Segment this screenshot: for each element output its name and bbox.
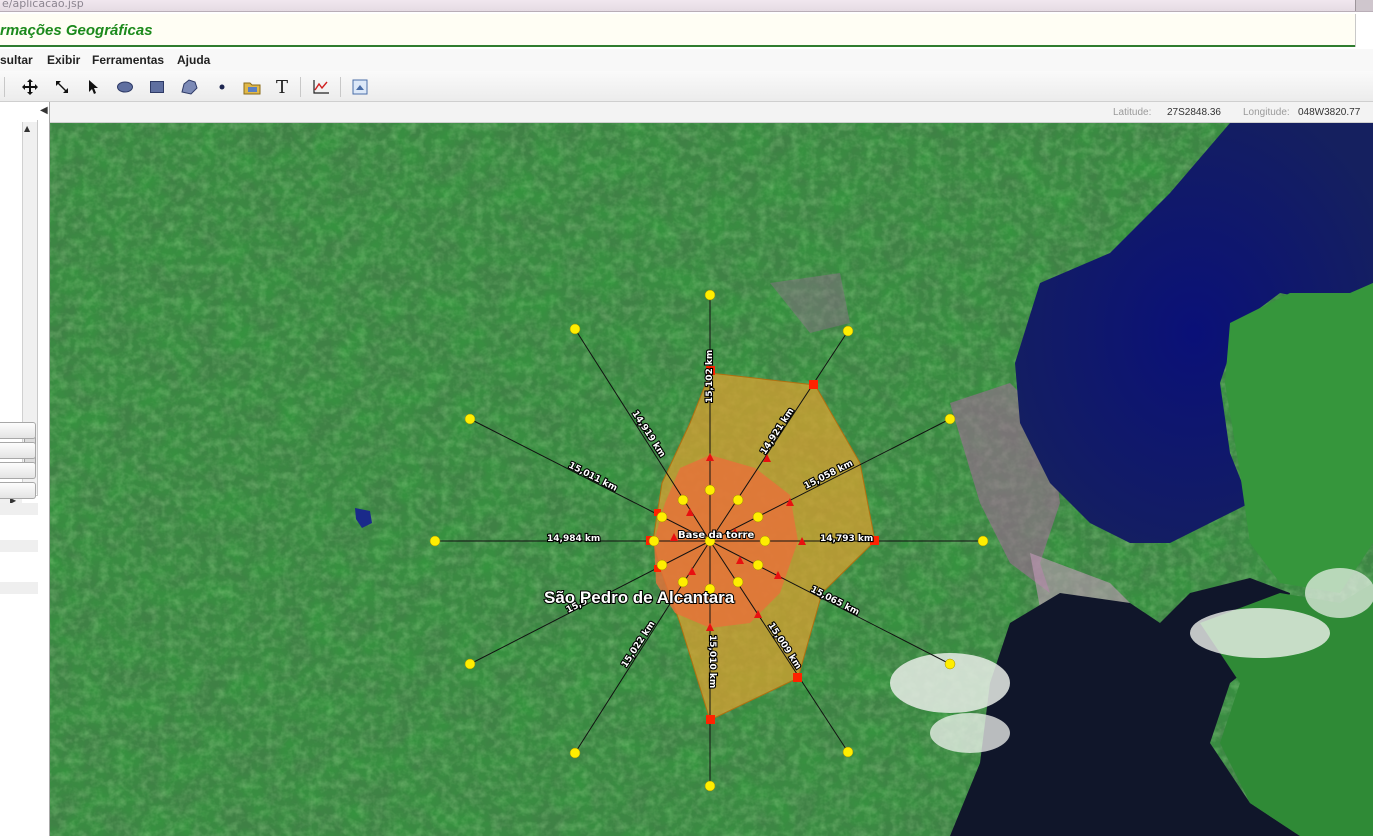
latitude-label: Latitude: bbox=[1113, 107, 1152, 118]
city-label: São Pedro de Alcantara bbox=[544, 588, 735, 607]
menu-bar: sultar Exibir Ferramentas Ajuda bbox=[0, 49, 1373, 71]
yellow-marker[interactable] bbox=[977, 535, 989, 547]
longitude-label: Longitude: bbox=[1243, 107, 1290, 118]
panel-row bbox=[0, 540, 38, 552]
app-title: rmações Geográficas bbox=[0, 22, 153, 39]
profile-chart-icon[interactable] bbox=[309, 75, 333, 99]
resize-arrow-icon[interactable] bbox=[50, 75, 74, 99]
yellow-marker[interactable] bbox=[732, 576, 744, 588]
yellow-marker[interactable] bbox=[842, 325, 854, 337]
yellow-marker[interactable] bbox=[842, 746, 854, 758]
yellow-marker[interactable] bbox=[677, 576, 689, 588]
yellow-marker[interactable] bbox=[704, 289, 716, 301]
red-square-marker bbox=[793, 673, 802, 682]
coordinate-bar: Latitude: 27S2848.36 Longitude: 048W3820… bbox=[50, 102, 1373, 123]
tower-base-label: Base da torre bbox=[678, 530, 754, 541]
distance-label-w: 14,984 km bbox=[547, 534, 600, 544]
red-square-marker bbox=[706, 715, 715, 724]
panel-button[interactable] bbox=[0, 462, 36, 479]
toolbar-separator bbox=[340, 77, 341, 97]
panel-row bbox=[0, 582, 38, 594]
panel-row bbox=[0, 503, 38, 515]
browser-url-text: e/aplicacao.jsp bbox=[2, 0, 84, 10]
distance-label-s: 15,010 km bbox=[707, 635, 717, 688]
polygon-icon[interactable] bbox=[177, 75, 201, 99]
ellipse-icon[interactable] bbox=[113, 75, 137, 99]
point-icon[interactable] bbox=[210, 75, 234, 99]
yellow-marker[interactable] bbox=[752, 559, 764, 571]
yellow-marker[interactable] bbox=[752, 511, 764, 523]
cloud bbox=[1305, 568, 1373, 618]
yellow-marker[interactable] bbox=[704, 484, 716, 496]
text-tool-label: T bbox=[275, 76, 288, 98]
move-icon[interactable] bbox=[18, 75, 42, 99]
yellow-marker[interactable] bbox=[732, 494, 744, 506]
yellow-marker[interactable] bbox=[464, 413, 476, 425]
scroll-up-arrow-icon[interactable]: ▲ bbox=[24, 124, 30, 133]
longitude-value: 048W3820.77 bbox=[1298, 107, 1361, 118]
app-title-bar: rmações Geográficas bbox=[0, 14, 1373, 47]
yellow-marker[interactable] bbox=[648, 535, 660, 547]
yellow-marker[interactable] bbox=[944, 413, 956, 425]
menu-consultar[interactable]: sultar bbox=[0, 53, 33, 67]
browser-scrollbar-cap bbox=[1355, 0, 1373, 11]
layer-folder-icon[interactable] bbox=[240, 75, 264, 99]
yellow-marker[interactable] bbox=[656, 559, 668, 571]
distance-label-e: 14,793 km bbox=[820, 534, 873, 544]
red-square-marker bbox=[809, 380, 818, 389]
toolbar: T bbox=[0, 71, 1373, 102]
menu-ajuda[interactable]: Ajuda bbox=[177, 53, 210, 67]
collapse-left-arrow-icon[interactable]: ◀ bbox=[40, 105, 48, 116]
map-svg[interactable]: 15,102 km 14,921 km 15,058 km 14,793 km … bbox=[50, 123, 1373, 836]
map-canvas[interactable]: 15,102 km 14,921 km 15,058 km 14,793 km … bbox=[50, 123, 1373, 836]
title-right-strip bbox=[1355, 14, 1373, 47]
toolbar-separator bbox=[300, 77, 301, 97]
yellow-marker[interactable] bbox=[429, 535, 441, 547]
toolbar-separator bbox=[4, 77, 5, 97]
panel-button[interactable] bbox=[0, 482, 36, 499]
yellow-marker[interactable] bbox=[656, 511, 668, 523]
cloud bbox=[930, 713, 1010, 753]
distance-label-n: 15,102 km bbox=[705, 350, 715, 403]
export-image-icon[interactable] bbox=[348, 75, 372, 99]
yellow-marker[interactable] bbox=[759, 535, 771, 547]
menu-ferramentas[interactable]: Ferramentas bbox=[92, 53, 164, 67]
panel-button[interactable] bbox=[0, 422, 36, 439]
latitude-value: 27S2848.36 bbox=[1167, 107, 1221, 118]
cloud bbox=[1190, 608, 1330, 658]
panel-button[interactable] bbox=[0, 442, 36, 459]
yellow-marker[interactable] bbox=[677, 494, 689, 506]
rectangle-icon[interactable] bbox=[145, 75, 169, 99]
select-pointer-icon[interactable] bbox=[81, 75, 105, 99]
yellow-marker[interactable] bbox=[569, 747, 581, 759]
yellow-marker[interactable] bbox=[704, 780, 716, 792]
text-tool-icon[interactable]: T bbox=[270, 75, 294, 99]
browser-url-bar[interactable]: e/aplicacao.jsp bbox=[0, 0, 1373, 12]
menu-exibir[interactable]: Exibir bbox=[47, 53, 80, 67]
yellow-marker[interactable] bbox=[569, 323, 581, 335]
yellow-marker[interactable] bbox=[944, 658, 956, 670]
left-panel: ◀ ▲ ▼ ▶ bbox=[0, 102, 50, 836]
yellow-marker[interactable] bbox=[464, 658, 476, 670]
